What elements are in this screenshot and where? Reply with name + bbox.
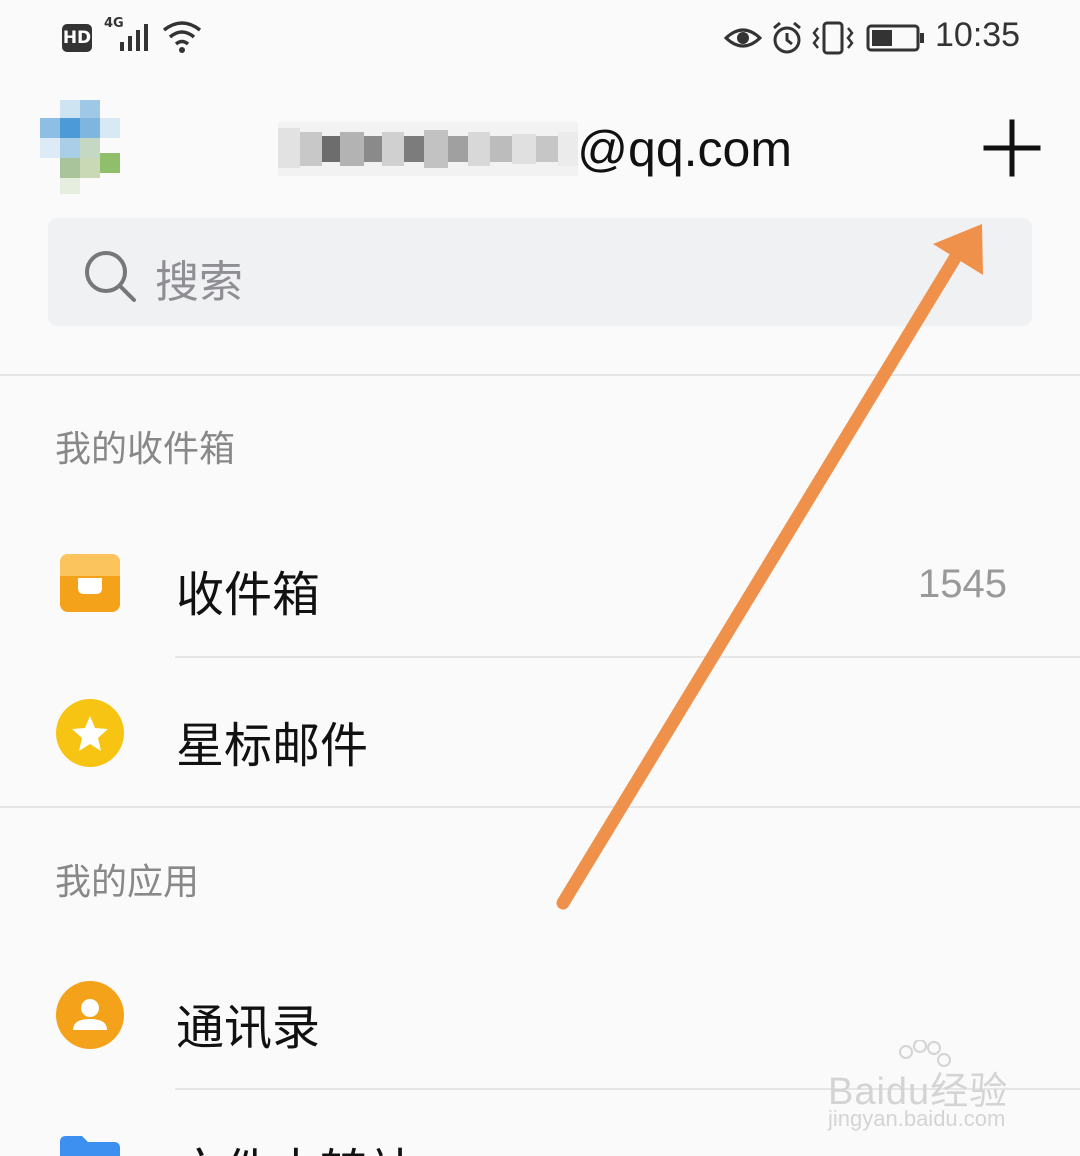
contacts-icon (56, 981, 124, 1049)
folder-label-inbox: 收件箱 (176, 567, 321, 623)
folder-item-starred[interactable] (0, 660, 1080, 806)
section-divider (0, 806, 1080, 808)
eye-icon (724, 28, 762, 48)
clock-time: 10:35 (935, 16, 1021, 54)
section-title-inbox: 我的收件箱 (55, 429, 236, 470)
plus-icon[interactable] (980, 116, 1044, 180)
folder-label-starred: 星标邮件 (176, 718, 369, 774)
vibrate-icon (812, 21, 854, 55)
inbox-unread-count: 1545 (918, 562, 1007, 606)
inbox-icon (60, 554, 120, 612)
status-bar: HD 4G 10:35 (0, 0, 1080, 80)
search-icon (85, 251, 136, 302)
redacted-email-mosaic (278, 122, 578, 176)
section-title-apps: 我的应用 (55, 862, 200, 903)
watermark-url: jingyan.baidu.com (828, 1106, 1006, 1131)
app-label-contacts: 通讯录 (176, 1000, 321, 1056)
search-placeholder: 搜索 (155, 257, 243, 308)
star-icon (56, 699, 124, 767)
app-label-file-transfer: 文件中转站 (176, 1132, 416, 1156)
hd-icon: HD (62, 24, 92, 52)
item-divider (175, 656, 1080, 658)
header-divider (0, 374, 1080, 376)
account-avatar[interactable] (40, 98, 140, 198)
signal-icon (120, 24, 148, 51)
battery-icon (866, 24, 924, 52)
wifi-icon (162, 21, 202, 53)
folder-icon (60, 1136, 120, 1156)
alarm-icon (773, 21, 801, 54)
baidu-jingyan-watermark: Baidu经验 jingyan.baidu.com (828, 1040, 1048, 1140)
account-email-text: 3@qq.com (549, 121, 792, 177)
